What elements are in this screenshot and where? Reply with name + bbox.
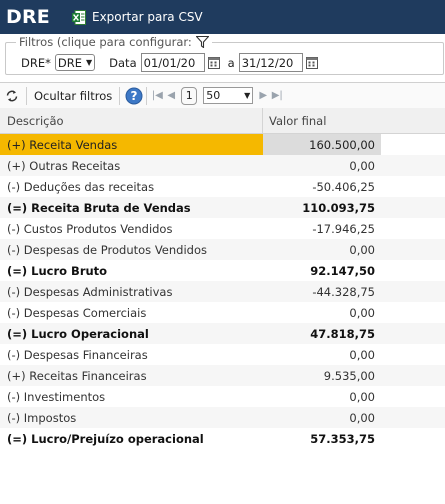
table-row[interactable]: (-) Despesas de Produtos Vendidos 0,00 [0, 239, 445, 260]
filters-legend[interactable]: Filtros (clique para configurar: [16, 35, 212, 49]
date-from-input[interactable]: 01/01/20 [140, 53, 205, 72]
cell-valor-final: -17.946,25 [312, 221, 375, 236]
table-row[interactable]: (-) Impostos 0,00 [0, 407, 445, 428]
dre-grid: Descrição Valor final (+) Receita Vendas… [0, 108, 445, 449]
table-row[interactable]: (-) Despesas Comerciais 0,00 [0, 302, 445, 323]
cell-descricao: (=) Lucro Operacional [7, 326, 149, 341]
cell-descricao: (+) Receitas Financeiras [7, 368, 147, 383]
dre-label: DRE* [21, 55, 51, 70]
grid-header: Descrição Valor final [0, 108, 445, 134]
help-icon[interactable]: ? [125, 87, 143, 105]
prev-page-icon[interactable]: ◀ [164, 90, 178, 101]
page-number-input[interactable]: 1 [181, 86, 198, 105]
cell-descricao: (-) Deduções das receitas [7, 179, 155, 194]
grid-body: (+) Receita Vendas 160.500,00 (+) Outras R… [0, 134, 445, 449]
toolbar-divider [146, 86, 148, 105]
cell-descricao: (=) Lucro/Prejuízo operacional [7, 431, 204, 446]
filters-panel: Filtros (clique para configurar: DRE* DR… [5, 35, 444, 75]
column-header-valor-final[interactable]: Valor final [263, 108, 445, 133]
table-row[interactable]: (+) Receita Vendas 160.500,00 [0, 134, 445, 155]
funnel-icon[interactable] [195, 36, 209, 48]
cell-descricao: (-) Investimentos [7, 389, 106, 404]
table-row[interactable]: (-) Despesas Administrativas -44.328,75 [0, 281, 445, 302]
cell-descricao: (-) Custos Produtos Vendidos [7, 221, 173, 236]
refresh-icon[interactable] [5, 89, 19, 103]
cell-valor-final: 0,00 [349, 242, 375, 257]
column-header-descricao[interactable]: Descrição [0, 108, 263, 133]
chevron-down-icon: ▼ [244, 91, 251, 100]
cell-descricao: (-) Despesas Financeiras [7, 347, 148, 362]
cell-valor-final: 0,00 [349, 347, 375, 362]
hide-filters-button[interactable]: Ocultar filtros [30, 89, 116, 103]
toolbar-divider [119, 86, 121, 105]
cell-valor-final: 0,00 [349, 158, 375, 173]
excel-icon [71, 9, 86, 25]
table-row[interactable]: (=) Lucro Operacional 47.818,75 [0, 323, 445, 344]
chevron-down-icon: ▼ [86, 58, 93, 67]
grid-toolbar: Ocultar filtros ? |◀ ◀ 1 50 ▼ ▶ ▶| [0, 82, 445, 109]
page-size-value: 50 [206, 89, 221, 102]
table-row[interactable]: (=) Lucro/Prejuízo operacional 57.353,75 [0, 428, 445, 449]
page-size-select[interactable]: 50 ▼ [203, 87, 254, 104]
cell-valor-final: -44.328,75 [312, 284, 375, 299]
cell-valor-final: 92.147,50 [310, 263, 375, 278]
cell-valor-final: -50.406,25 [312, 179, 375, 194]
first-page-icon[interactable]: |◀ [150, 90, 164, 101]
dre-select-value: DRE [57, 55, 82, 70]
export-csv-button[interactable]: Exportar para CSV [71, 9, 203, 25]
dre-select[interactable]: DRE ▼ [54, 54, 96, 71]
date-to-value: 31/12/20 [241, 55, 294, 70]
filter-row: DRE* DRE ▼ Data 01/01/20 a 31/12/20 [21, 53, 318, 72]
cell-descricao: (=) Lucro Bruto [7, 263, 108, 278]
cell-descricao: (=) Receita Bruta de Vendas [7, 200, 191, 215]
table-row[interactable]: (-) Custos Produtos Vendidos -17.946,25 [0, 218, 445, 239]
cell-descricao: (+) Receita Vendas [0, 134, 263, 155]
cell-valor-final: 57.353,75 [310, 431, 375, 446]
cell-valor-final: 160.500,00 [263, 134, 381, 155]
table-row[interactable]: (=) Lucro Bruto 92.147,50 [0, 260, 445, 281]
export-csv-label: Exportar para CSV [91, 10, 203, 24]
table-row[interactable]: (-) Investimentos 0,00 [0, 386, 445, 407]
date-from-value: 01/01/20 [143, 55, 196, 70]
cell-descricao: (-) Despesas Comerciais [7, 305, 147, 320]
cell-valor-final: 47.818,75 [310, 326, 375, 341]
app-header: DRE Exportar para CSV [0, 0, 445, 34]
cell-valor-final: 0,00 [349, 389, 375, 404]
cell-descricao: (-) Despesas Administrativas [7, 284, 173, 299]
cell-valor-final: 9.535,00 [323, 368, 375, 383]
page-title: DRE [6, 6, 50, 28]
page-number-value: 1 [185, 89, 193, 102]
cell-valor-final: 0,00 [349, 410, 375, 425]
calendar-icon[interactable] [207, 56, 220, 69]
svg-text:?: ? [131, 89, 138, 103]
cell-descricao: (-) Impostos [7, 410, 77, 425]
filters-legend-label: Filtros (clique para configurar: [19, 35, 192, 49]
table-row[interactable]: (+) Outras Receitas 0,00 [0, 155, 445, 176]
last-page-icon[interactable]: ▶| [270, 90, 284, 101]
cell-valor-final: 0,00 [349, 305, 375, 320]
date-range-separator: a [227, 55, 235, 70]
cell-descricao: (-) Despesas de Produtos Vendidos [7, 242, 207, 257]
next-page-icon[interactable]: ▶ [256, 90, 270, 101]
table-row[interactable]: (-) Deduções das receitas -50.406,25 [0, 176, 445, 197]
toolbar-divider [26, 86, 27, 105]
calendar-icon[interactable] [305, 56, 318, 69]
table-row[interactable]: (+) Receitas Financeiras 9.535,00 [0, 365, 445, 386]
cell-valor-final: 110.093,75 [302, 200, 375, 215]
date-label: Data [109, 55, 137, 70]
date-to-input[interactable]: 31/12/20 [238, 53, 303, 72]
table-row[interactable]: (=) Receita Bruta de Vendas 110.093,75 [0, 197, 445, 218]
table-row[interactable]: (-) Despesas Financeiras 0,00 [0, 344, 445, 365]
cell-descricao: (+) Outras Receitas [7, 158, 121, 173]
